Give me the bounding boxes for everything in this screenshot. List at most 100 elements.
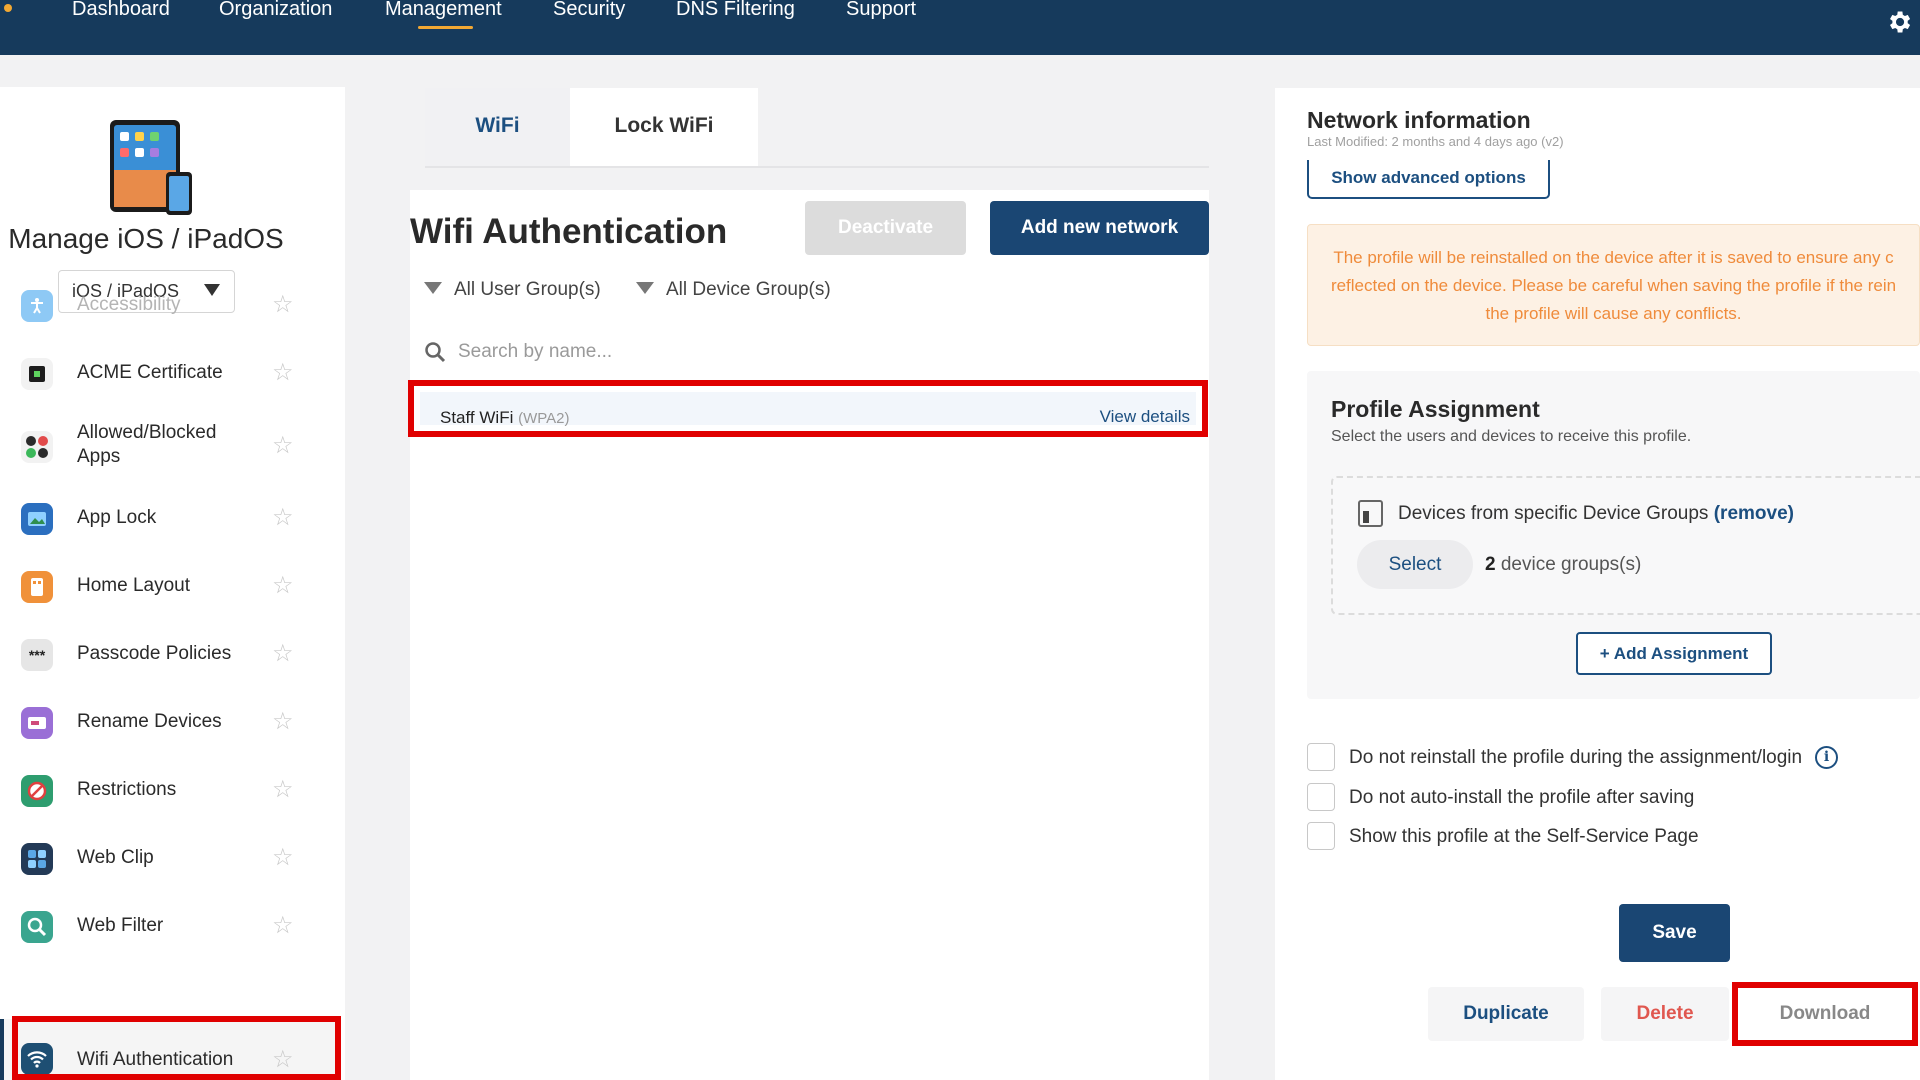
- device-group-filter[interactable]: All Device Group(s): [636, 279, 831, 301]
- passcode-icon: ***: [21, 639, 53, 671]
- star-icon[interactable]: ☆: [272, 1048, 294, 1072]
- network-row-body: Staff WiFi (WPA2) View details: [420, 392, 1196, 428]
- tab-divider: [425, 166, 1209, 168]
- sidebar-item-label: ACME Certificate: [77, 362, 223, 383]
- certificate-icon: [21, 358, 53, 390]
- remove-link[interactable]: (remove): [1714, 503, 1794, 524]
- assignment-subtitle: Select the users and devices to receive …: [1331, 428, 1692, 445]
- last-modified: Last Modified: 2 months and 4 days ago (…: [1307, 134, 1564, 149]
- checkbox[interactable]: [1307, 743, 1335, 771]
- sidebar-item-app-lock[interactable]: App Lock ☆: [0, 489, 340, 549]
- star-icon[interactable]: ☆: [272, 574, 294, 598]
- sidebar: Manage iOS / iPadOS iOS / iPadOS Accessi…: [0, 87, 345, 1080]
- sidebar-item-label: App Lock: [77, 507, 157, 528]
- logo-dot: [4, 4, 12, 12]
- nav-support[interactable]: Support: [846, 0, 916, 20]
- checkbox[interactable]: [1307, 783, 1335, 811]
- filter-icon: [424, 281, 442, 294]
- nav-security[interactable]: Security: [553, 0, 625, 20]
- wifi-icon: [21, 1043, 53, 1075]
- count-value: 2: [1485, 554, 1496, 575]
- user-group-filter[interactable]: All User Group(s): [424, 279, 601, 301]
- star-icon[interactable]: ☆: [272, 846, 294, 870]
- info-icon[interactable]: i: [1815, 746, 1838, 769]
- option-label: Do not reinstall the profile during the …: [1349, 747, 1803, 768]
- star-icon[interactable]: ☆: [272, 506, 294, 530]
- star-icon[interactable]: ☆: [272, 361, 294, 385]
- tab-lock-wifi[interactable]: Lock WiFi: [570, 88, 758, 166]
- add-assignment-button[interactable]: + Add Assignment: [1576, 632, 1772, 675]
- nav-dashboard[interactable]: Dashboard: [72, 0, 170, 20]
- rename-icon: [21, 707, 53, 739]
- accessibility-icon: [21, 290, 53, 322]
- sidebar-item-allowed-blocked-apps[interactable]: Allowed/Blocked Apps ☆: [0, 411, 340, 483]
- option-label: Show this profile at the Self-Service Pa…: [1349, 826, 1699, 847]
- sidebar-item-label: Rename Devices: [77, 711, 222, 732]
- warning-line: the profile will cause any conflicts.: [1485, 304, 1742, 323]
- download-button[interactable]: Download: [1735, 987, 1915, 1041]
- star-icon[interactable]: ☆: [272, 642, 294, 666]
- user-group-filter-label: All User Group(s): [454, 279, 601, 300]
- gear-icon[interactable]: [1885, 8, 1913, 36]
- count-suffix: device groups(s): [1495, 554, 1642, 575]
- filter-icon: [636, 281, 654, 294]
- restrictions-icon: [21, 775, 53, 807]
- sidebar-item-restrictions[interactable]: Restrictions ☆: [0, 761, 340, 821]
- assignment-title: Profile Assignment: [1331, 396, 1540, 422]
- delete-button[interactable]: Delete: [1601, 987, 1729, 1041]
- option-label: Do not auto-install the profile after sa…: [1349, 787, 1695, 808]
- nav-dns-filtering[interactable]: DNS Filtering: [676, 0, 795, 20]
- network-name-wrap: Staff WiFi (WPA2): [440, 408, 570, 428]
- sidebar-item-label: Restrictions: [77, 779, 177, 800]
- device-icon: [1358, 500, 1383, 527]
- app-lock-icon: [21, 503, 53, 535]
- web-filter-icon: [21, 911, 53, 943]
- deactivate-button[interactable]: Deactivate: [805, 201, 966, 255]
- network-row[interactable]: Staff WiFi (WPA2) View details: [408, 380, 1208, 437]
- select-button[interactable]: Select: [1357, 540, 1473, 589]
- sidebar-item-home-layout[interactable]: Home Layout ☆: [0, 557, 340, 617]
- star-icon[interactable]: ☆: [272, 710, 294, 734]
- search-icon: [425, 342, 446, 363]
- network-name: Staff WiFi: [440, 408, 514, 427]
- nav-management[interactable]: Management: [385, 0, 502, 29]
- duplicate-button[interactable]: Duplicate: [1428, 987, 1584, 1041]
- show-advanced-button[interactable]: Show advanced options: [1307, 160, 1550, 199]
- top-nav: Dashboard Organization Management Securi…: [0, 0, 1920, 55]
- web-clip-icon: [21, 843, 53, 875]
- star-icon[interactable]: ☆: [272, 914, 294, 938]
- search-input[interactable]: [458, 338, 1158, 366]
- star-icon[interactable]: ☆: [272, 434, 294, 458]
- sidebar-item-passcode-policies[interactable]: *** Passcode Policies ☆: [0, 625, 340, 685]
- warning-banner: The profile will be reinstalled on the d…: [1307, 224, 1920, 346]
- save-button[interactable]: Save: [1619, 904, 1730, 962]
- ipad-device-icon: [110, 120, 192, 215]
- networks-panel: [410, 190, 1209, 1080]
- sidebar-item-label: Web Filter: [77, 915, 164, 936]
- sidebar-item-web-filter[interactable]: Web Filter ☆: [0, 897, 340, 957]
- home-layout-icon: [21, 571, 53, 603]
- device-group-filter-label: All Device Group(s): [666, 279, 831, 300]
- checkbox[interactable]: [1307, 822, 1335, 850]
- sidebar-item-acme-certificate[interactable]: ACME Certificate ☆: [0, 344, 340, 404]
- tab-wifi[interactable]: WiFi: [425, 88, 570, 166]
- nav-organization[interactable]: Organization: [219, 0, 332, 20]
- star-icon[interactable]: ☆: [272, 778, 294, 802]
- sidebar-item-accessibility[interactable]: Accessibility ☆: [0, 276, 340, 336]
- warning-line: The profile will be reinstalled on the d…: [1333, 248, 1894, 267]
- device-group-heading: Devices from specific Device Groups (rem…: [1398, 503, 1794, 525]
- view-details-link[interactable]: View details: [1100, 407, 1190, 427]
- sidebar-item-label: Home Layout: [77, 575, 191, 596]
- page-title: Wifi Authentication: [410, 212, 728, 251]
- star-icon[interactable]: ☆: [272, 293, 294, 317]
- add-network-button[interactable]: Add new network: [990, 201, 1209, 255]
- sidebar-item-rename-devices[interactable]: Rename Devices ☆: [0, 693, 340, 753]
- sidebar-title: Manage iOS / iPadOS: [8, 223, 284, 254]
- sidebar-item-label: Allowed/Blocked Apps: [77, 422, 217, 467]
- network-security: (WPA2): [518, 410, 570, 427]
- search-bar: [424, 338, 1204, 368]
- sidebar-item-wifi-authentication[interactable]: Wifi Authentication ☆: [0, 1019, 340, 1080]
- warning-line: reflected on the device. Please be caref…: [1330, 276, 1897, 295]
- sidebar-item-web-clip[interactable]: Web Clip ☆: [0, 829, 340, 889]
- device-group-count: 2 device groups(s): [1485, 554, 1641, 576]
